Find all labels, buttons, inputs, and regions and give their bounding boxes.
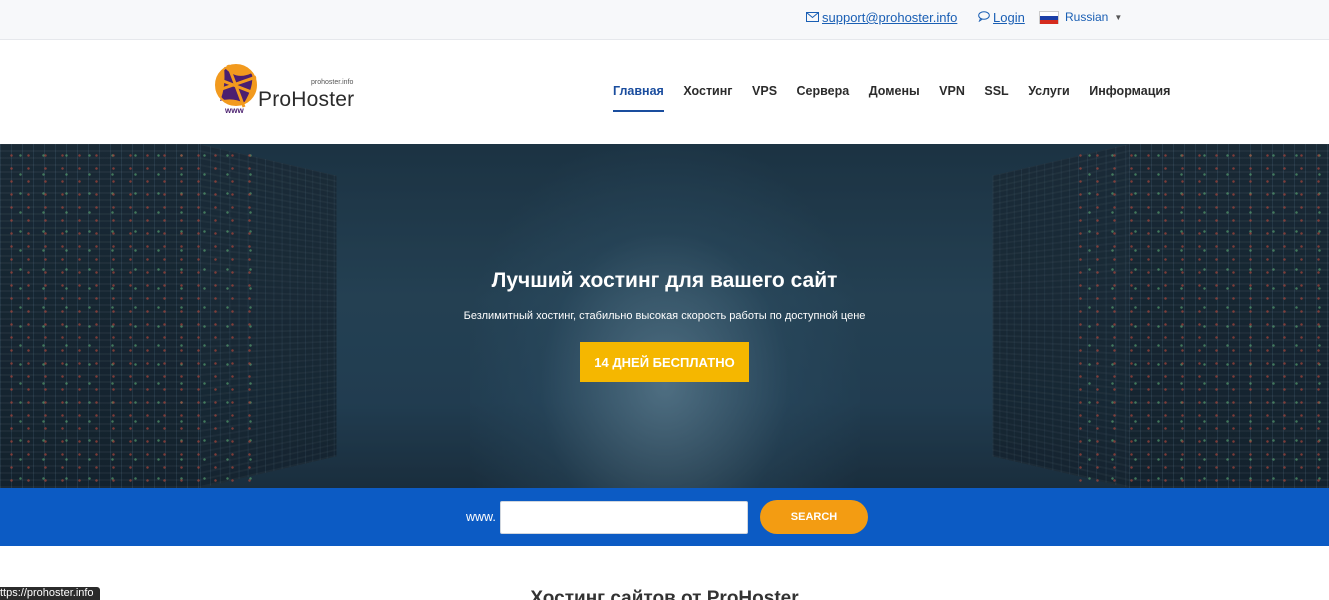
- globe-logo-icon: [215, 64, 257, 108]
- logo-domain: prohoster.info: [311, 79, 354, 86]
- nav-item-vps[interactable]: VPS: [752, 84, 777, 112]
- support-email-text[interactable]: support@prohoster.info: [822, 10, 957, 25]
- site-logo[interactable]: prohoster.info ProHoster www: [214, 63, 364, 118]
- domain-search-bar: www. SEARCH: [0, 488, 1329, 546]
- browser-status-url: ttps://prohoster.info: [0, 587, 100, 600]
- section-title: Хостинг сайтов от ProHoster: [530, 588, 799, 600]
- top-bar: support@prohoster.info Login Russian ▼: [0, 0, 1329, 40]
- nav-item-vpn[interactable]: VPN: [939, 84, 965, 112]
- hero-title: Лучший хостинг для вашего сайт: [491, 269, 838, 292]
- hero-banner: Лучший хостинг для вашего сайт Безлимитн…: [0, 144, 1329, 488]
- envelope-icon: [806, 10, 819, 25]
- nav-item-servers[interactable]: Сервера: [797, 84, 850, 112]
- login-link[interactable]: Login: [978, 10, 1025, 25]
- nav-item-domains[interactable]: Домены: [869, 84, 920, 112]
- caret-down-icon: ▼: [1114, 12, 1123, 22]
- search-button[interactable]: SEARCH: [760, 500, 868, 534]
- login-text[interactable]: Login: [993, 10, 1025, 25]
- www-prefix: www.: [466, 510, 496, 524]
- nav-item-services[interactable]: Услуги: [1028, 84, 1070, 112]
- russia-flag-icon: [1039, 10, 1059, 24]
- free-trial-button[interactable]: 14 ДНЕЙ БЕСПЛАТНО: [580, 342, 749, 382]
- nav-item-hosting[interactable]: Хостинг: [683, 84, 732, 112]
- logo-www: www: [225, 106, 244, 115]
- hero-subtitle: Безлимитный хостинг, стабильно высокая с…: [463, 310, 866, 322]
- domain-search-input[interactable]: [500, 501, 748, 534]
- main-nav: Главная Хостинг VPS Сервера Домены VPN S…: [613, 84, 1190, 112]
- nav-item-home[interactable]: Главная: [613, 84, 664, 112]
- nav-item-ssl[interactable]: SSL: [984, 84, 1008, 112]
- language-label: Russian: [1065, 10, 1109, 24]
- chat-bubble-icon: [978, 10, 990, 25]
- language-selector[interactable]: Russian ▼: [1039, 10, 1122, 24]
- site-header: prohoster.info ProHoster www Главная Хос…: [0, 40, 1329, 144]
- logo-name: ProHoster: [258, 88, 355, 111]
- nav-item-info[interactable]: Информация: [1089, 84, 1170, 112]
- support-email-link[interactable]: support@prohoster.info: [806, 10, 957, 25]
